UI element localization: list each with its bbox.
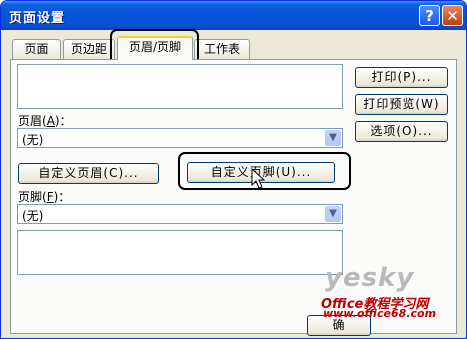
- options-button[interactable]: 选项(O)...: [355, 121, 448, 142]
- chevron-down-icon[interactable]: ▼: [325, 206, 341, 222]
- page-setup-dialog: 页面设置 ? ✕ 页面 页边距 页眉/页脚 工作表 页眉(A)： (无) ▼ 自…: [0, 0, 467, 339]
- header-preview: [17, 64, 343, 109]
- footer-select-value: (无): [22, 209, 44, 223]
- footer-label: 页脚(F)：: [18, 190, 71, 204]
- tab-header-footer[interactable]: 页眉/页脚: [117, 36, 193, 60]
- footer-select[interactable]: (无) ▼: [17, 204, 343, 224]
- tab-margins[interactable]: 页边距: [63, 39, 115, 59]
- watermark-url: www.office68.com: [323, 307, 437, 320]
- mouse-cursor-icon: [251, 168, 265, 189]
- chevron-down-icon[interactable]: ▼: [325, 130, 341, 146]
- title-bar[interactable]: 页面设置 ? ✕: [1, 1, 466, 30]
- print-preview-button[interactable]: 打印预览(W): [355, 94, 448, 115]
- help-button[interactable]: ?: [419, 5, 440, 26]
- header-label: 页眉(A)：: [18, 114, 72, 128]
- footer-preview: [17, 230, 343, 275]
- tab-page[interactable]: 页面: [12, 39, 61, 59]
- yesky-watermark-logo: yesky: [325, 263, 415, 293]
- header-select[interactable]: (无) ▼: [17, 128, 343, 148]
- close-button[interactable]: ✕: [442, 5, 463, 26]
- tab-sheet[interactable]: 工作表: [194, 39, 250, 59]
- print-button[interactable]: 打印(P)...: [355, 67, 448, 88]
- window-title: 页面设置: [9, 11, 66, 26]
- header-select-value: (无): [22, 133, 44, 147]
- custom-header-button[interactable]: 自定义页眉(C)...: [18, 163, 159, 184]
